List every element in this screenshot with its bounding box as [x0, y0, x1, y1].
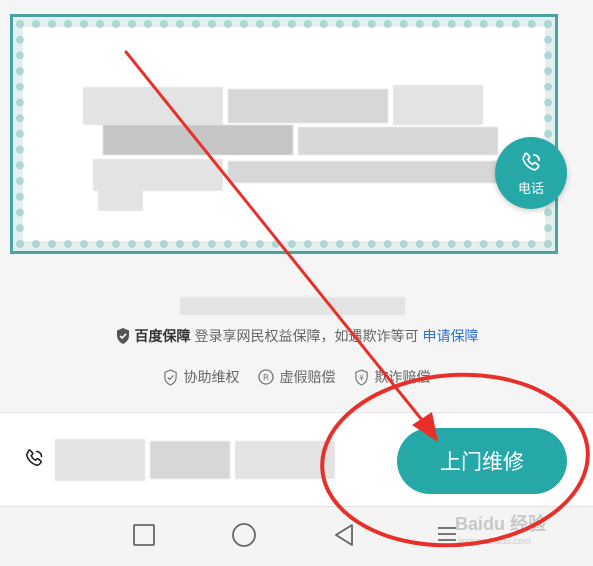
- blurred-text-3: [393, 85, 483, 125]
- call-fab-button[interactable]: 电话: [495, 137, 567, 209]
- blurred-text-4: [103, 125, 293, 155]
- perk-label: 虚假赔偿: [279, 370, 336, 386]
- baidu-watermark-url: jingyan.baidu.com: [458, 536, 531, 546]
- perk-assist: 协助维权: [163, 367, 240, 387]
- blurred-phone-number-1: [55, 439, 145, 481]
- blurred-text-1: [83, 87, 223, 125]
- blurred-text-6: [93, 159, 223, 191]
- blurred-text-7: [228, 161, 498, 183]
- perk-label: 协助维权: [183, 370, 240, 386]
- call-fab-label: 电话: [517, 181, 544, 197]
- perk-fraud-compensation: ¥ 欺诈赔偿: [354, 367, 431, 387]
- phone-icon: [522, 152, 540, 171]
- blurred-text-2: [228, 89, 388, 123]
- blurred-text-8: [98, 189, 143, 211]
- guarantee-notice: 百度保障 登录享网民权益保障，如遇欺诈等可 申请保障: [0, 326, 593, 346]
- recent-apps-button[interactable]: [132, 523, 156, 547]
- back-button[interactable]: [332, 523, 356, 549]
- guarantee-perks: 协助维权 R 虚假赔偿 ¥ 欺诈赔偿: [0, 367, 593, 387]
- business-card: [10, 14, 558, 254]
- bottom-action-bar: 上门维修: [0, 412, 593, 507]
- page: 电话 百度保障 登录享网民权益保障，如遇欺诈等可 申请保障 协助维权 R 虚假赔…: [0, 0, 593, 566]
- yuan-shield-icon: ¥: [354, 368, 368, 386]
- shield-icon: [116, 328, 129, 344]
- perk-label: 欺诈赔偿: [374, 370, 431, 386]
- shield-check-icon: [163, 368, 177, 386]
- apply-guarantee-link[interactable]: 申请保障: [423, 326, 479, 346]
- svg-text:R: R: [262, 374, 268, 384]
- baidu-watermark: Baidu 经验: [455, 514, 547, 534]
- guarantee-text: 登录享网民权益保障，如遇欺诈等可: [194, 329, 419, 345]
- blurred-subtitle: [180, 297, 405, 315]
- home-button[interactable]: [231, 523, 257, 549]
- blurred-text-5: [298, 127, 498, 155]
- perk-false-compensation: R 虚假赔偿: [257, 367, 336, 387]
- svg-text:¥: ¥: [359, 373, 364, 382]
- phone-icon[interactable]: [22, 447, 46, 471]
- blurred-phone-number-3: [235, 441, 335, 479]
- guarantee-brand: 百度保障: [134, 329, 191, 345]
- blurred-phone-number-2: [150, 441, 230, 479]
- registered-icon: R: [257, 369, 274, 385]
- home-repair-button[interactable]: 上门维修: [397, 428, 567, 494]
